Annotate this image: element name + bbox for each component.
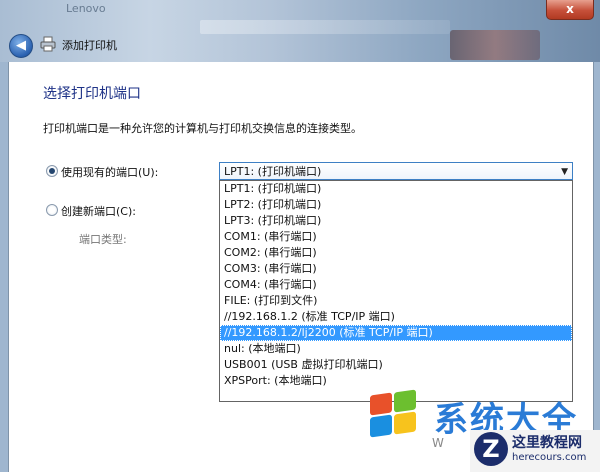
- use-existing-port-label[interactable]: 使用现有的端口(U):: [61, 164, 158, 180]
- port-option[interactable]: LPT3: (打印机端口): [220, 213, 572, 229]
- chevron-down-icon[interactable]: ▼: [561, 163, 568, 181]
- port-type-label: 端口类型:: [79, 233, 127, 246]
- port-option[interactable]: COM1: (串行端口): [220, 229, 572, 245]
- background-window-title: Lenovo: [66, 2, 106, 15]
- printer-icon: [40, 36, 56, 52]
- create-new-port-radio[interactable]: [46, 204, 58, 216]
- port-option[interactable]: COM3: (串行端口): [220, 261, 572, 277]
- use-existing-port-radio[interactable]: [46, 165, 58, 177]
- port-option[interactable]: USB001 (USB 虚拟打印机端口): [220, 357, 572, 373]
- site-url: herecours.com: [512, 452, 587, 463]
- site-logo-icon: Z: [474, 432, 508, 466]
- existing-port-select[interactable]: LPT1: (打印机端口) ▼: [219, 162, 573, 180]
- port-option[interactable]: nul: (本地端口): [220, 341, 572, 357]
- window-title: 添加打印机: [62, 39, 117, 52]
- watermark-sub: W: [432, 436, 444, 450]
- windows-flag-icon: [370, 389, 420, 440]
- port-option[interactable]: LPT1: (打印机端口): [220, 181, 572, 197]
- existing-port-selected-value: LPT1: (打印机端口): [224, 165, 322, 178]
- page-heading: 选择打印机端口: [43, 86, 141, 102]
- port-dropdown-list[interactable]: LPT1: (打印机端口) LPT2: (打印机端口) LPT3: (打印机端口…: [219, 180, 573, 402]
- port-option[interactable]: COM4: (串行端口): [220, 277, 572, 293]
- port-option-highlighted[interactable]: //192.168.1.2/lj2200 (标准 TCP/IP 端口): [220, 325, 572, 341]
- site-badge: Z 这里教程网 herecours.com: [470, 430, 600, 472]
- background-toolbar: [200, 20, 450, 34]
- back-button[interactable]: ◀: [9, 34, 33, 58]
- close-icon: x: [566, 2, 574, 16]
- port-option[interactable]: //192.168.1.2 (标准 TCP/IP 端口): [220, 309, 572, 325]
- back-arrow-icon: ◀: [16, 38, 26, 53]
- site-name: 这里教程网: [512, 435, 582, 451]
- background-image: [450, 30, 540, 60]
- page-description: 打印机端口是一种允许您的计算机与打印机交换信息的连接类型。: [43, 122, 362, 135]
- port-option[interactable]: COM2: (串行端口): [220, 245, 572, 261]
- port-option[interactable]: LPT2: (打印机端口): [220, 197, 572, 213]
- close-button[interactable]: x: [546, 0, 594, 20]
- create-new-port-label[interactable]: 创建新端口(C):: [61, 203, 136, 219]
- watermark: 系统大全 W Z 这里教程网 herecours.com: [360, 389, 600, 472]
- port-option[interactable]: XPSPort: (本地端口): [220, 373, 572, 389]
- port-option[interactable]: FILE: (打印到文件): [220, 293, 572, 309]
